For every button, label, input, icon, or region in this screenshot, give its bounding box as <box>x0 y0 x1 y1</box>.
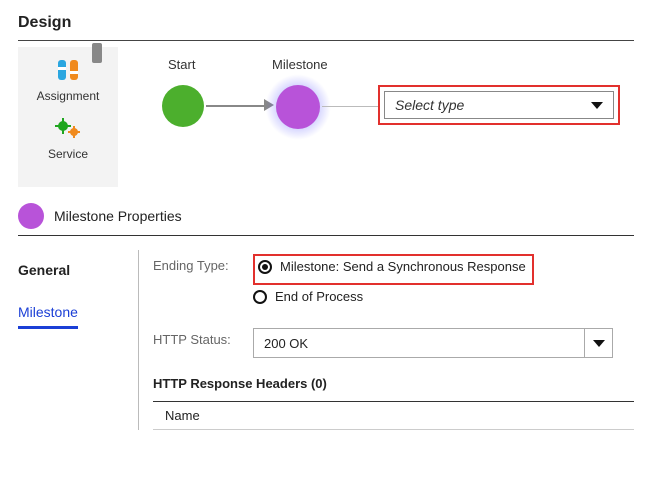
canvas: Start Milestone Select type <box>118 47 634 187</box>
palette-scrollbar[interactable] <box>92 43 102 63</box>
select-type-dropdown[interactable]: Select type <box>384 91 614 119</box>
radio-icon <box>253 290 267 304</box>
page-title: Design <box>18 14 634 32</box>
divider <box>138 250 139 430</box>
radio-milestone[interactable]: Milestone: Send a Synchronous Response <box>258 259 526 274</box>
start-label: Start <box>168 57 195 72</box>
radio-label: End of Process <box>275 289 363 304</box>
dropdown-button[interactable] <box>584 329 612 357</box>
radio-label: Milestone: Send a Synchronous Response <box>280 259 526 274</box>
palette-item-service[interactable]: Service <box>18 113 118 161</box>
http-status-value: 200 OK <box>264 336 308 351</box>
ending-type-label: Ending Type: <box>153 254 253 273</box>
milestone-icon <box>18 203 44 229</box>
connector <box>322 106 378 107</box>
tab-general[interactable]: General <box>18 256 128 284</box>
properties-title: Milestone Properties <box>54 208 182 224</box>
divider <box>18 40 634 41</box>
assignment-icon <box>18 55 118 85</box>
properties-form: Ending Type: Milestone: Send a Synchrono… <box>153 250 634 430</box>
start-node[interactable] <box>162 85 204 127</box>
http-status-dropdown[interactable]: 200 OK <box>253 328 613 358</box>
service-icon <box>18 113 118 143</box>
tab-milestone[interactable]: Milestone <box>18 298 78 329</box>
radio-end-of-process[interactable]: End of Process <box>253 289 634 304</box>
chevron-down-icon <box>591 102 603 109</box>
palette-item-label: Assignment <box>18 89 118 103</box>
milestone-label: Milestone <box>272 57 328 72</box>
http-status-label: HTTP Status: <box>153 328 253 347</box>
divider <box>18 235 634 236</box>
headers-column-name: Name <box>153 401 634 430</box>
palette-item-assignment[interactable]: Assignment <box>18 55 118 103</box>
select-type-placeholder: Select type <box>395 97 464 113</box>
milestone-node[interactable] <box>276 85 320 129</box>
ending-type-group: Milestone: Send a Synchronous Response E… <box>253 254 634 310</box>
connector[interactable] <box>206 105 266 107</box>
palette-item-label: Service <box>18 147 118 161</box>
response-headers-title: HTTP Response Headers (0) <box>153 376 634 391</box>
design-area: Assignment Service Start Milestone <box>18 47 634 187</box>
radio-icon <box>258 260 272 274</box>
palette: Assignment Service <box>18 47 118 187</box>
select-type-highlight: Select type <box>378 85 620 125</box>
properties-header: Milestone Properties <box>18 203 634 229</box>
properties-body: General Milestone Ending Type: Milestone… <box>18 250 634 430</box>
ending-type-highlight: Milestone: Send a Synchronous Response <box>253 254 534 285</box>
chevron-down-icon <box>593 340 605 347</box>
properties-tabs: General Milestone <box>18 250 128 430</box>
